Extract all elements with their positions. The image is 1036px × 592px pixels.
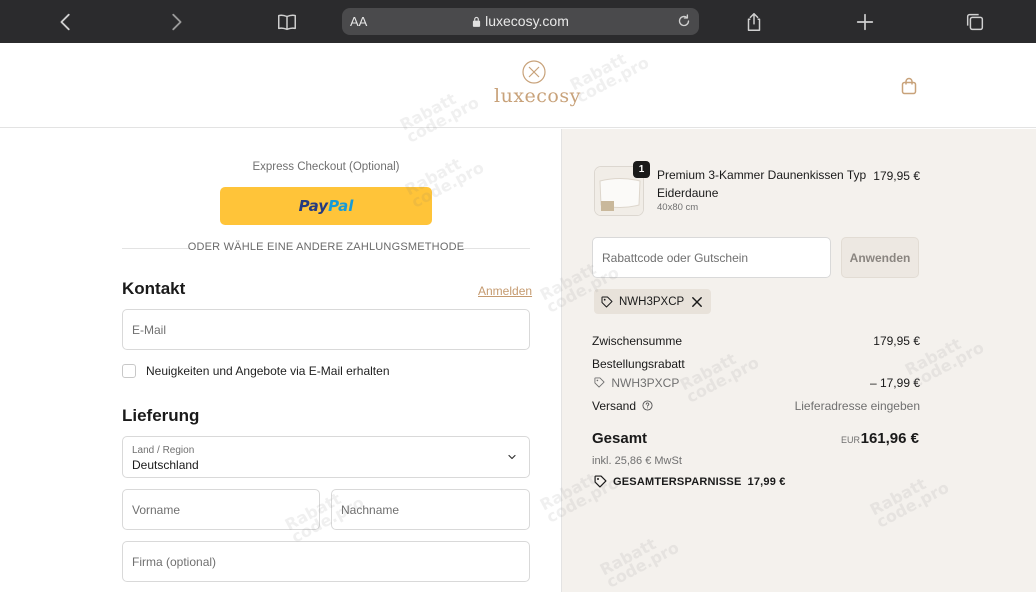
total-currency: EUR [840,435,860,445]
quantity-badge: 1 [633,161,650,178]
paypal-button[interactable]: Pay Pal [220,187,432,225]
email-field[interactable] [122,309,530,350]
url-display[interactable]: luxecosy.com [342,13,699,29]
country-label: Land / Region [132,445,195,456]
subtotal-value: 179,95 € [873,334,920,348]
newsletter-label: Neuigkeiten und Angebote via E-Mail erha… [146,364,390,378]
payment-divider: ODER WÄHLE EINE ANDERE ZAHLUNGSMETHODE [122,241,530,255]
address-bar[interactable]: AA luxecosy.com [342,8,699,35]
share-icon[interactable] [740,8,768,36]
tabs-overview-icon[interactable] [961,8,989,36]
savings-label: GESAMTERSPARNISSE [613,475,742,488]
shipping-label: Versand [592,399,637,413]
order-summary: 1 Premium 3-Kammer Daunenkissen Typ Eide… [561,129,1036,592]
back-icon[interactable] [52,8,80,36]
country-value: Deutschland [132,458,199,472]
shipping-row: Versand Lieferadresse eingeben [592,399,920,413]
order-discount-value: – 17,99 € [869,376,920,390]
tax-note: inkl. 25,86 € MwSt [592,455,682,467]
lock-icon [473,16,481,27]
shipping-value: Lieferadresse eingeben [794,399,920,413]
divider-text: ODER WÄHLE EINE ANDERE ZAHLUNGSMETHODE [187,241,465,253]
login-link[interactable]: Anmelden [478,284,532,298]
chevron-down-icon [508,454,516,460]
order-discount-label: Bestellungsrabatt [592,357,685,371]
brand-name: luxecosy [494,85,581,107]
tag-icon [594,475,607,488]
total-label: Gesamt [592,430,648,447]
subtotal-row: Zwischensumme 179,95 € [592,334,920,348]
subtotal-label: Zwischensumme [592,334,683,348]
bookmarks-icon[interactable] [273,8,301,36]
company-field[interactable] [122,541,530,582]
shopping-bag-icon[interactable] [899,76,919,96]
discount-code-input[interactable] [602,238,822,277]
forward-icon[interactable] [162,8,190,36]
tag-icon [594,377,605,388]
last-name-field[interactable] [331,489,530,530]
delivery-title: Lieferung [122,406,200,425]
first-name-field[interactable] [122,489,320,530]
divider-line-right [462,248,530,249]
discount-code-field[interactable] [592,237,831,278]
product-name: Premium 3-Kammer Daunenkissen Typ Eiderd… [657,168,867,200]
remove-code-icon[interactable] [691,296,703,308]
tag-icon [601,296,613,307]
total-savings: GESAMTERSPARNISSE 17,99 € [594,475,786,488]
applied-code-text: NWH3PXCP [619,295,685,308]
last-name-input[interactable] [341,490,520,529]
country-select[interactable]: Land / Region Deutschland [122,436,530,478]
email-input[interactable] [132,310,520,349]
order-discount-detail-row: NWH3PXCP – 17,99 € [592,376,920,390]
total-value: 161,96 € [860,430,919,447]
product-variant: 40x80 cm [657,202,699,213]
applied-code-chip: NWH3PXCP [594,289,712,314]
paypal-logo-part1: Pay [298,197,329,215]
new-tab-icon[interactable] [851,8,879,36]
help-circle-icon[interactable] [642,400,653,411]
checkout-form: Express Checkout (Optional) Pay Pal ODER … [0,129,561,592]
url-text: luxecosy.com [485,13,569,29]
product-price: 179,95 € [873,169,920,183]
contact-title: Kontakt [122,279,186,298]
order-discount-row: Bestellungsrabatt [592,357,920,371]
first-name-input[interactable] [132,490,310,529]
express-checkout-label: Express Checkout (Optional) [252,161,400,173]
logo-mark-icon [522,60,546,84]
paypal-logo-part2: Pal [328,197,354,215]
browser-toolbar: AA luxecosy.com [0,0,1036,43]
reload-icon[interactable] [675,12,693,30]
shop-header: luxecosy [0,43,1036,128]
newsletter-checkbox[interactable] [122,364,136,378]
savings-value: 17,99 € [747,475,786,488]
newsletter-option[interactable]: Neuigkeiten und Angebote via E-Mail erha… [122,363,390,379]
order-discount-code: NWH3PXCP [611,376,680,390]
company-input[interactable] [132,542,520,581]
apply-discount-button[interactable]: Anwenden [841,237,919,278]
brand-logo[interactable]: luxecosy [494,59,581,115]
